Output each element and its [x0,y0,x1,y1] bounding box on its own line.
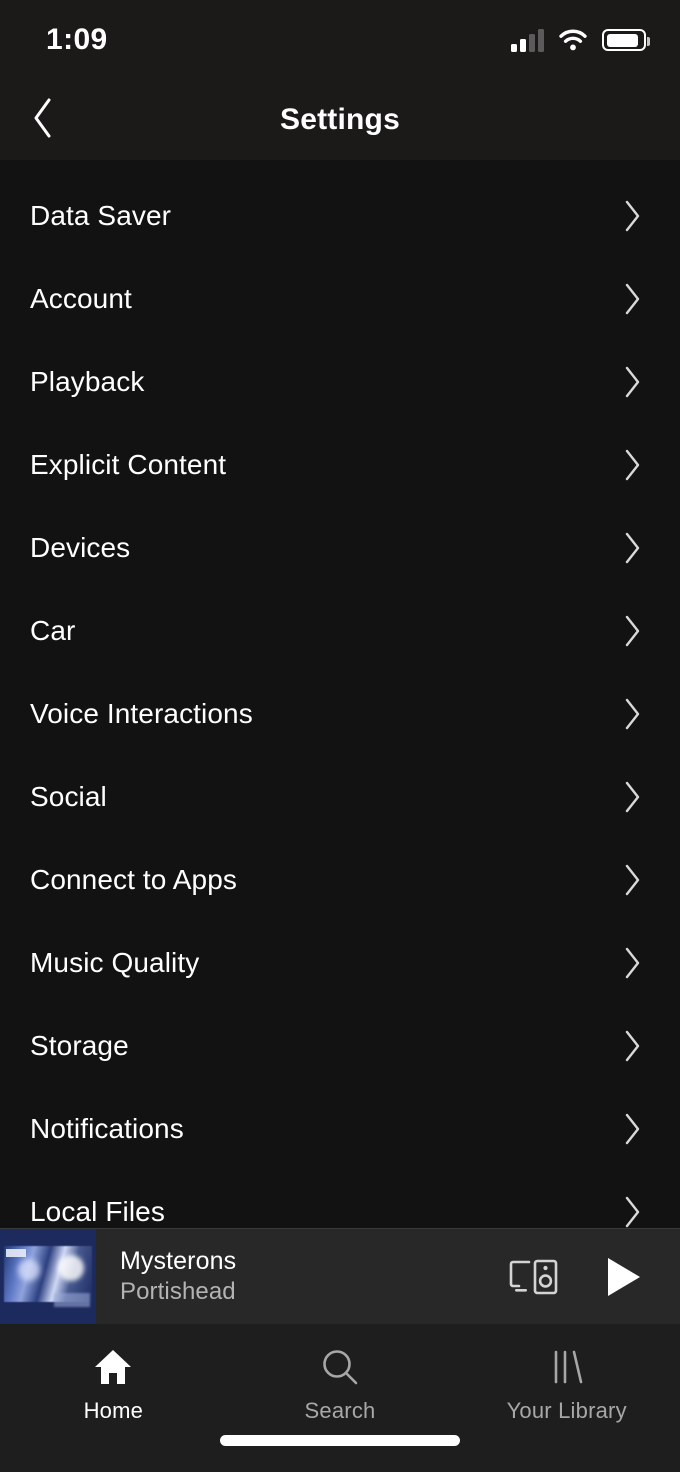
settings-row-label: Account [30,282,132,314]
chevron-left-icon [30,96,56,145]
page-title: Settings [280,103,400,136]
settings-row-explicit-content[interactable]: Explicit Content [0,423,680,506]
spotify-connect-devices-icon[interactable] [508,1256,560,1298]
settings-row-label: Connect to Apps [30,863,237,895]
settings-row-social[interactable]: Social [0,755,680,838]
chevron-right-icon [622,447,644,483]
play-icon[interactable] [600,1255,646,1299]
album-art-thumbnail[interactable] [0,1228,96,1325]
settings-row-label: Local Files [30,1195,165,1227]
cellular-signal-icon [511,28,544,52]
chevron-right-icon [622,1028,644,1064]
settings-row-local-files[interactable]: Local Files [0,1170,680,1228]
tab-search[interactable]: Search [227,1346,454,1424]
settings-row-label: Car [30,614,76,646]
now-playing-track-title: Mysterons [120,1247,237,1275]
tab-your-library[interactable]: Your Library [453,1346,680,1424]
settings-row-car[interactable]: Car [0,589,680,672]
library-icon [546,1346,588,1388]
settings-row-label: Devices [30,531,131,563]
battery-icon [602,29,650,51]
status-bar-clock: 1:09 [46,23,108,56]
settings-row-label: Voice Interactions [30,697,253,729]
chevron-right-icon [622,862,644,898]
home-indicator[interactable] [220,1435,460,1446]
settings-row-label: Explicit Content [30,448,227,480]
settings-row-label: Data Saver [30,199,172,231]
home-icon [92,1346,134,1388]
settings-row-storage[interactable]: Storage [0,1004,680,1087]
chevron-right-icon [622,364,644,400]
spotify-settings-screen: 1:09 Settings Data Saver Account Playbac… [0,0,680,1472]
now-playing-bar[interactable]: Mysterons Portishead [0,1228,680,1325]
bottom-tab-bar[interactable]: Home Search Your Library [0,1324,680,1472]
chevron-right-icon [622,1194,644,1229]
page-header: Settings [0,80,680,160]
chevron-right-icon [622,198,644,234]
tab-label: Search [304,1398,376,1423]
settings-row-notifications[interactable]: Notifications [0,1087,680,1170]
now-playing-track-info[interactable]: Mysterons Portishead [96,1247,508,1306]
settings-list[interactable]: Data Saver Account Playback Explicit Con… [0,160,680,1228]
tab-home[interactable]: Home [0,1346,227,1424]
chevron-right-icon [622,779,644,815]
back-button[interactable] [0,80,86,160]
settings-row-voice-interactions[interactable]: Voice Interactions [0,672,680,755]
settings-row-playback[interactable]: Playback [0,340,680,423]
chevron-right-icon [622,945,644,981]
chevron-right-icon [622,530,644,566]
tab-label: Home [83,1398,144,1423]
now-playing-controls [508,1255,680,1299]
status-bar-indicators [511,28,650,52]
settings-row-label: Notifications [30,1112,184,1144]
settings-row-label: Music Quality [30,946,200,978]
chevron-right-icon [622,613,644,649]
settings-row-label: Social [30,780,107,812]
settings-row-label: Storage [30,1029,129,1061]
settings-row-connect-to-apps[interactable]: Connect to Apps [0,838,680,921]
wifi-icon [558,28,588,52]
now-playing-artist: Portishead [120,1278,236,1305]
settings-row-devices[interactable]: Devices [0,506,680,589]
tab-label: Your Library [506,1398,627,1423]
settings-row-account[interactable]: Account [0,257,680,340]
chevron-right-icon [622,696,644,732]
chevron-right-icon [622,281,644,317]
settings-row-label: Playback [30,365,145,397]
search-icon [319,1346,361,1388]
settings-row-data-saver[interactable]: Data Saver [0,174,680,257]
status-bar: 1:09 [0,0,680,80]
chevron-right-icon [622,1111,644,1147]
settings-row-music-quality[interactable]: Music Quality [0,921,680,1004]
